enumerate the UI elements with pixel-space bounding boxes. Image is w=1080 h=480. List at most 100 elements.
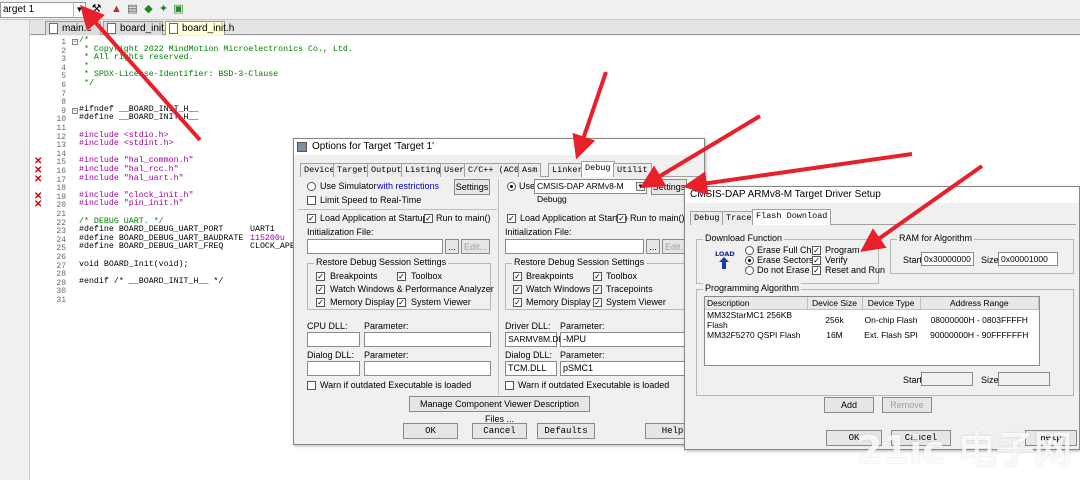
col-device-size[interactable]: Device Size xyxy=(807,297,863,310)
options-cancel-button[interactable]: Cancel xyxy=(472,423,527,439)
watch-perf-checkbox[interactable]: ✓ xyxy=(316,285,325,294)
init-file-browse-left[interactable]: ... xyxy=(445,239,459,254)
chevron-down-icon[interactable]: ▼ xyxy=(636,182,645,191)
dialog-dll-label-left: Dialog DLL: xyxy=(307,350,355,360)
cell-device-type: On-chip Flash xyxy=(864,315,918,325)
manage-component-button[interactable]: Manage Component Viewer Description File… xyxy=(409,396,590,424)
pack-installer-icon[interactable]: ✦ xyxy=(157,3,170,16)
toolbox-checkbox-right[interactable]: ✓ xyxy=(593,272,602,281)
tab-listing[interactable]: Listing xyxy=(401,163,445,177)
error-x-icon[interactable]: ✕ xyxy=(34,200,42,210)
system-viewer-checkbox-right[interactable]: ✓ xyxy=(593,298,602,307)
tab-label: main.c xyxy=(62,23,92,34)
init-file-input-right[interactable] xyxy=(505,239,644,254)
program-checkbox[interactable]: ✓ xyxy=(812,246,821,255)
table-row[interactable]: MM32StarMC1 256KB Flash 256k On-chip Fla… xyxy=(705,310,1039,330)
target-select[interactable]: arget 1 ▼ xyxy=(0,2,86,18)
tab-board-init-h[interactable]: board_init.h xyxy=(165,21,234,35)
dialog-param-input-right[interactable]: pSMC1 xyxy=(560,361,691,376)
tab-output[interactable]: Output xyxy=(367,163,406,177)
file-extensions-icon[interactable]: ▤ xyxy=(126,3,139,16)
code-line: #endif /* __BOARD_INIT_H__ */ xyxy=(79,276,224,286)
driver-dll-input[interactable]: SARMV8M.DLL xyxy=(505,332,568,347)
toolbox-checkbox-left[interactable]: ✓ xyxy=(397,272,406,281)
reset-and-run-checkbox[interactable]: ✓ xyxy=(812,266,821,275)
project-panel-strip xyxy=(0,20,30,480)
debugger-select[interactable]: CMSIS-DAP ARMv8-M Debugg ▼ xyxy=(534,179,647,204)
algorithm-list[interactable]: Description Device Size Device Type Addr… xyxy=(704,296,1040,366)
warn-outdated-checkbox-right[interactable] xyxy=(505,381,514,390)
algo-size-input[interactable] xyxy=(998,372,1050,386)
cpu-dll-input[interactable] xyxy=(307,332,360,347)
breakpoints-checkbox-left[interactable]: ✓ xyxy=(316,272,325,281)
breakpoints-checkbox-right[interactable]: ✓ xyxy=(513,272,522,281)
restore-group-title-left: Restore Debug Session Settings xyxy=(314,257,449,267)
dialog-dll-input-left[interactable] xyxy=(307,361,360,376)
init-file-browse-right[interactable]: ... xyxy=(646,239,660,254)
do-not-erase-radio[interactable] xyxy=(745,266,754,275)
options-icon[interactable]: ▲ xyxy=(110,3,123,16)
diamond-icon[interactable]: ◆ xyxy=(142,3,155,16)
limit-speed-checkbox[interactable] xyxy=(307,196,316,205)
tab-target[interactable]: Target xyxy=(333,163,372,177)
load-app-checkbox-left[interactable]: ✓ xyxy=(307,214,316,223)
run-to-main-checkbox-right[interactable]: ✓ xyxy=(617,214,626,223)
options-ok-button[interactable]: OK xyxy=(403,423,458,439)
ram-size-input[interactable]: 0x00001000 xyxy=(998,252,1058,266)
options-dialog-title: Options for Target 'Target 1' xyxy=(312,141,435,152)
load-app-checkbox-right[interactable]: ✓ xyxy=(507,214,516,223)
warn-outdated-label-left: Warn if outdated Executable is loaded xyxy=(320,380,472,390)
manage-runtime-icon[interactable]: ▣ xyxy=(172,3,185,16)
magic-wand-icon[interactable]: ⚒ xyxy=(90,3,103,16)
table-row[interactable]: MM32F5270 QSPI Flash 16M Ext. Flash SPI … xyxy=(705,330,1039,340)
options-defaults-button[interactable]: Defaults xyxy=(537,423,595,439)
fold-toggle-icon[interactable]: − xyxy=(72,107,78,114)
driver-param-input[interactable]: -MPU xyxy=(560,332,691,347)
tab-utilities[interactable]: Utilit xyxy=(613,163,652,177)
dialog-dll-input-right[interactable]: TCM.DLL xyxy=(505,361,557,376)
memory-display-checkbox-left[interactable]: ✓ xyxy=(316,298,325,307)
debugger-settings-button[interactable]: Settings xyxy=(651,179,687,195)
system-viewer-checkbox-left[interactable]: ✓ xyxy=(397,298,406,307)
file-icon xyxy=(169,23,178,34)
warn-outdated-checkbox-left[interactable] xyxy=(307,381,316,390)
error-x-icon[interactable]: ✕ xyxy=(34,174,42,184)
tab-main-c[interactable]: main.c xyxy=(45,21,101,35)
init-file-input-left[interactable] xyxy=(307,239,443,254)
dialog-param-label-left: Parameter: xyxy=(364,350,409,360)
algo-start-input[interactable] xyxy=(921,372,973,386)
tab-debug[interactable]: Debug xyxy=(581,161,615,177)
run-to-main-label-right: Run to main() xyxy=(630,213,685,223)
init-file-edit-left[interactable]: Edit... xyxy=(461,239,490,254)
simulator-settings-button[interactable]: Settings xyxy=(454,179,490,195)
cpu-param-input[interactable] xyxy=(364,332,491,347)
verify-checkbox[interactable]: ✓ xyxy=(812,256,821,265)
ram-start-input[interactable]: 0x30000000 xyxy=(921,252,974,266)
cell-description: MM32StarMC1 256KB Flash xyxy=(707,310,793,330)
cell-description: MM32F5270 QSPI Flash xyxy=(707,330,801,340)
target-select-value: arget 1 xyxy=(3,4,35,15)
fold-toggle-icon[interactable]: − xyxy=(72,39,78,45)
tracepoints-checkbox[interactable]: ✓ xyxy=(593,285,602,294)
tab-driver-debug[interactable]: Debug xyxy=(690,211,724,225)
restore-group-title-right: Restore Debug Session Settings xyxy=(512,257,647,267)
erase-full-chip-radio[interactable] xyxy=(745,246,754,255)
with-restrictions-link[interactable]: with restrictions xyxy=(377,181,439,191)
col-address-range[interactable]: Address Range xyxy=(920,297,1039,310)
watch-windows-checkbox[interactable]: ✓ xyxy=(513,285,522,294)
col-device-type[interactable]: Device Type xyxy=(862,297,921,310)
run-to-main-checkbox-left[interactable]: ✓ xyxy=(424,214,433,223)
col-description[interactable]: Description xyxy=(705,297,808,310)
add-algorithm-button[interactable]: Add xyxy=(824,397,874,413)
remove-algorithm-button[interactable]: Remove xyxy=(882,397,932,413)
tab-board-init-c[interactable]: board_init.c xyxy=(103,21,172,35)
tab-asm[interactable]: Asm xyxy=(518,163,542,177)
use-debugger-radio[interactable] xyxy=(507,182,516,191)
memory-display-checkbox-right[interactable]: ✓ xyxy=(513,298,522,307)
tab-driver-trace[interactable]: Trace xyxy=(722,211,756,225)
dropdown-icon[interactable]: ▼ xyxy=(73,3,85,17)
erase-sectors-radio[interactable] xyxy=(745,256,754,265)
dialog-param-input-left[interactable] xyxy=(364,361,491,376)
use-simulator-radio[interactable] xyxy=(307,182,316,191)
tab-flash-download[interactable]: Flash Download xyxy=(752,209,832,225)
